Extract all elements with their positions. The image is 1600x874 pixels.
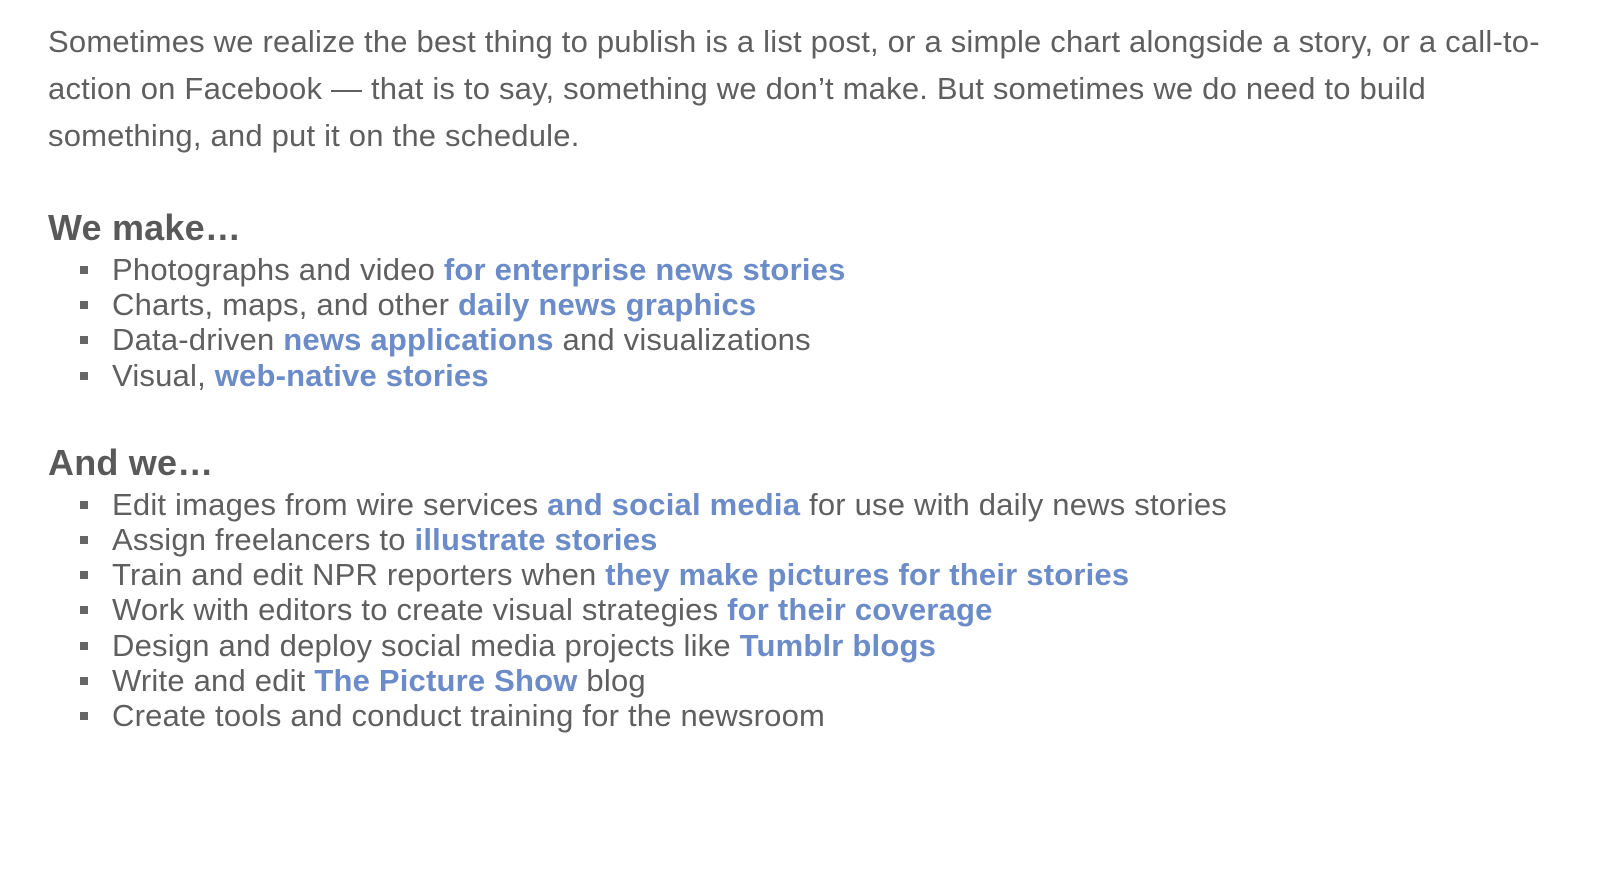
list-item: Create tools and conduct training for th…	[80, 698, 1560, 734]
list-item: Assign freelancers to illustrate stories	[80, 522, 1560, 558]
list-item: Data-driven news applications and visual…	[80, 322, 1560, 358]
square-bullet-icon	[80, 641, 88, 650]
item-text: Assign freelancers to	[112, 522, 415, 558]
square-bullet-icon	[80, 301, 88, 310]
item-text-after: blog	[577, 662, 646, 698]
list-item: Charts, maps, and other daily news graph…	[80, 287, 1560, 323]
list-item: Train and edit NPR reporters when they m…	[80, 557, 1560, 593]
item-text: Write and edit	[112, 662, 315, 698]
daily-graphics-link[interactable]: daily news graphics	[458, 287, 756, 322]
item-text: Design and deploy social media projects …	[112, 627, 740, 663]
picture-show-link[interactable]: The Picture Show	[314, 663, 577, 698]
square-bullet-icon	[80, 571, 88, 580]
reporters-pictures-link[interactable]: they make pictures for their stories	[605, 557, 1129, 592]
item-text: Charts, maps, and other	[112, 287, 458, 323]
item-text: Train and edit NPR reporters when	[112, 557, 606, 593]
item-text: Edit images from wire services	[112, 486, 548, 522]
article-body: Sometimes we realize the best thing to p…	[0, 0, 1600, 733]
list-item: Write and edit The Picture Show blog	[80, 662, 1560, 698]
we-make-heading: We make…	[48, 207, 242, 248]
item-text: Work with editors to create visual strat…	[112, 592, 728, 628]
item-text: Photographs and video	[112, 252, 444, 287]
square-bullet-icon	[80, 500, 88, 509]
tumblr-blogs-link[interactable]: Tumblr blogs	[740, 628, 936, 663]
square-bullet-icon	[80, 606, 88, 615]
list-item: Work with editors to create visual strat…	[80, 592, 1560, 628]
square-bullet-icon	[80, 536, 88, 545]
web-native-stories-link[interactable]: web-native stories	[215, 358, 489, 393]
illustrate-stories-link[interactable]: illustrate stories	[415, 522, 658, 557]
square-bullet-icon	[80, 676, 88, 685]
item-text: Visual,	[112, 357, 215, 393]
list-item: Edit images from wire services and socia…	[80, 486, 1560, 522]
item-text: Create tools and conduct training for th…	[112, 698, 826, 734]
intro-paragraph: Sometimes we realize the best thing to p…	[48, 24, 1540, 153]
enterprise-stories-link[interactable]: for enterprise news stories	[444, 252, 846, 287]
item-text-after: for use with daily news stories	[800, 486, 1227, 522]
and-we-list: Edit images from wire services and socia…	[48, 487, 1560, 733]
square-bullet-icon	[80, 336, 88, 345]
square-bullet-icon	[80, 266, 88, 274]
list-item: Design and deploy social media projects …	[80, 627, 1560, 663]
item-text: Data-driven	[112, 322, 284, 358]
news-applications-link[interactable]: news applications	[283, 322, 553, 357]
square-bullet-icon	[80, 712, 88, 721]
list-item: Visual, web-native stories	[80, 357, 1560, 393]
list-item: Photographs and video for enterprise new…	[80, 252, 1560, 287]
social-media-link[interactable]: and social media	[547, 487, 800, 522]
coverage-link[interactable]: for their coverage	[727, 592, 992, 627]
item-text-after: and visualizations	[553, 322, 811, 358]
and-we-heading: And we…	[48, 441, 214, 483]
we-make-list: Photographs and video for enterprise new…	[48, 252, 1560, 393]
square-bullet-icon	[80, 371, 88, 380]
